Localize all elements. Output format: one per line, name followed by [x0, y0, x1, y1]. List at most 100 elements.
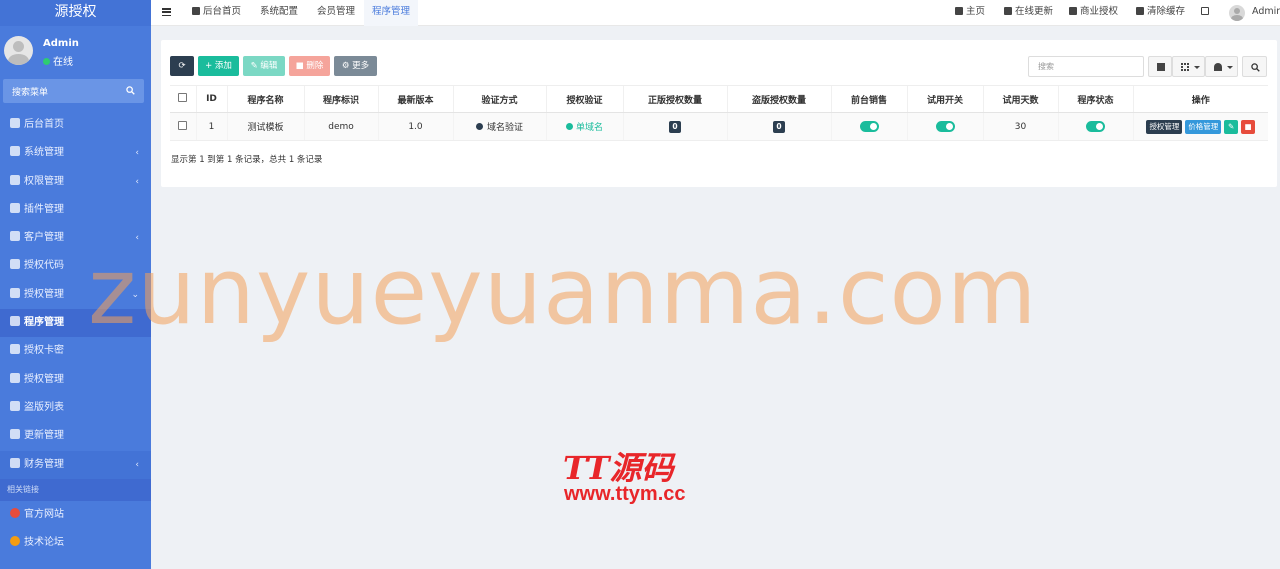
- col-pirated-count[interactable]: 盗版授权数量: [726, 85, 831, 113]
- user-secret-icon: [10, 400, 20, 411]
- sidebar-item-permissions[interactable]: 权限管理 ‹: [0, 168, 151, 196]
- refresh-button[interactable]: ⟳: [170, 56, 194, 76]
- pencil-icon: ✎: [1228, 121, 1235, 131]
- columns-button[interactable]: [1172, 56, 1205, 77]
- sidebar-item-programs[interactable]: 程序管理: [0, 309, 151, 338]
- status-toggle[interactable]: [1086, 121, 1105, 132]
- auth-manage-button[interactable]: 授权管理: [1146, 119, 1183, 134]
- code-icon: [10, 259, 20, 270]
- chevron-left-icon: ‹: [135, 233, 139, 244]
- nav-clear-cache[interactable]: 清除缓存: [1136, 0, 1185, 26]
- sidebar-item-finance[interactable]: 财务管理 ‹: [0, 450, 151, 479]
- cogs-icon: [10, 146, 20, 157]
- row-delete-button[interactable]: ■: [1241, 119, 1256, 134]
- more-button[interactable]: ⚙ 更多: [334, 56, 377, 76]
- col-verify-method[interactable]: 验证方式: [452, 85, 546, 113]
- export-button[interactable]: [1148, 56, 1172, 77]
- table-search-input[interactable]: 搜索: [1028, 56, 1144, 77]
- col-trial-days[interactable]: 试用天数: [982, 85, 1058, 113]
- tab-dashboard[interactable]: 后台首页: [192, 0, 241, 26]
- table-row[interactable]: 1 测试模板 demo 1.0 域名验证 单域名 0 0 30 授权管理 价格管…: [170, 112, 1268, 141]
- cell-trial-days: 30: [982, 112, 1058, 141]
- search-icon[interactable]: [126, 86, 135, 95]
- cell-trial-switch: [906, 112, 983, 141]
- trial-switch-toggle[interactable]: [935, 121, 955, 132]
- user-name: Admin: [43, 38, 79, 49]
- add-button[interactable]: + 添加: [198, 56, 239, 76]
- front-sale-toggle[interactable]: [859, 121, 879, 132]
- watermark-text: zunyueyuanma.com: [88, 238, 1038, 345]
- col-version[interactable]: 最新版本: [377, 85, 453, 113]
- sidebar-item-piracy-list[interactable]: 盗版列表: [0, 394, 151, 422]
- row-checkbox[interactable]: [170, 112, 196, 141]
- cell-front-sale: [830, 112, 907, 141]
- col-status[interactable]: 程序状态: [1057, 85, 1133, 113]
- rocket-icon: [10, 202, 20, 213]
- select-all-checkbox[interactable]: [170, 85, 196, 113]
- home-icon: [955, 7, 963, 15]
- delete-button[interactable]: ■ 删除: [289, 56, 330, 76]
- sidebar-item-customers[interactable]: 客户管理 ‹: [0, 224, 151, 252]
- edit-button[interactable]: ✎ 编辑: [243, 56, 285, 76]
- nav-home[interactable]: 主页: [955, 0, 985, 26]
- chevron-left-icon: ‹: [135, 176, 139, 187]
- col-ident[interactable]: 程序标识: [303, 85, 378, 113]
- sidebar-section-links: 相关链接: [0, 478, 151, 501]
- col-front-sale[interactable]: 前台销售: [830, 85, 907, 113]
- pencil-icon: ✎: [250, 61, 258, 71]
- count-badge: 0: [669, 120, 681, 133]
- user-icon: [1214, 63, 1222, 71]
- leaf-icon: [1069, 7, 1077, 15]
- tab-programs[interactable]: 程序管理: [364, 0, 419, 26]
- row-edit-button[interactable]: ✎: [1224, 119, 1239, 134]
- price-manage-button[interactable]: 价格管理: [1185, 119, 1222, 134]
- sidebar: 源授权 Admin 在线 搜索菜单 后台首页 系统管理 ‹ 权限管理 ‹ 插件管理 …: [0, 0, 151, 569]
- col-id[interactable]: ID: [195, 85, 227, 113]
- watermark-url: www.ttym.cc: [564, 483, 686, 505]
- col-name[interactable]: 程序名称: [226, 85, 304, 113]
- copy-icon: [10, 372, 20, 383]
- sidebar-item-system[interactable]: 系统管理 ‹: [0, 139, 151, 167]
- fullscreen-button[interactable]: [1201, 0, 1212, 26]
- nav-business-license[interactable]: 商业授权: [1069, 0, 1118, 26]
- online-dot-icon: [43, 58, 50, 65]
- tab-system-config[interactable]: 系统配置: [260, 0, 298, 26]
- col-licensed-count[interactable]: 正版授权数量: [622, 85, 727, 113]
- nav-online-update[interactable]: 在线更新: [1004, 0, 1053, 26]
- sidebar-link-official-site[interactable]: 官方网站: [0, 501, 151, 529]
- top-avatar[interactable]: [1229, 5, 1245, 21]
- dashboard-icon: [10, 118, 20, 128]
- sidebar-item-dashboard[interactable]: 后台首页: [0, 111, 151, 139]
- sidebar-item-auth-list[interactable]: 授权管理: [0, 366, 151, 394]
- dot-icon: [565, 123, 573, 130]
- export-icon: [1157, 63, 1165, 71]
- sidebar-item-auth-code[interactable]: 授权代码: [0, 252, 151, 280]
- sidebar-link-forum[interactable]: 技术论坛: [0, 529, 151, 557]
- sidebar-search[interactable]: 搜索菜单: [3, 79, 144, 103]
- cell-status: [1057, 112, 1133, 141]
- dot-icon: [475, 123, 483, 130]
- fullscreen-icon: [1201, 7, 1209, 15]
- export-menu-button[interactable]: [1205, 56, 1238, 77]
- sidebar-item-plugins[interactable]: 插件管理: [0, 196, 151, 224]
- cell-actions: 授权管理 价格管理 ✎ ■: [1132, 112, 1268, 141]
- cell-version: 1.0: [377, 112, 453, 141]
- gear-icon: ⚙: [341, 61, 350, 71]
- card-icon: [10, 344, 20, 355]
- cell-licensed-count: 0: [622, 112, 727, 141]
- sidebar-item-auth-management[interactable]: 授权管理 ⌄: [0, 280, 151, 310]
- col-auth-verify[interactable]: 授权验证: [545, 85, 623, 113]
- sidebar-item-updates[interactable]: 更新管理: [0, 422, 151, 450]
- brand-logo[interactable]: 源授权: [0, 0, 151, 26]
- advanced-search-button[interactable]: [1242, 56, 1267, 77]
- menu-toggle-icon[interactable]: [162, 8, 171, 17]
- table-header-row: ID 程序名称 程序标识 最新版本 验证方式 授权验证 正版授权数量 盗版授权数…: [170, 85, 1268, 113]
- top-user-name[interactable]: Admin: [1252, 0, 1280, 26]
- pagination-info: 显示第 1 到第 1 条记录，总共 1 条记录: [171, 155, 323, 165]
- list-icon: [10, 231, 20, 242]
- send-icon: [10, 457, 20, 468]
- sidebar-item-auth-cards[interactable]: 授权卡密: [0, 337, 151, 365]
- program-table: ID 程序名称 程序标识 最新版本 验证方式 授权验证 正版授权数量 盗版授权数…: [170, 85, 1268, 141]
- col-trial-switch[interactable]: 试用开关: [906, 85, 983, 113]
- tab-members[interactable]: 会员管理: [317, 0, 355, 26]
